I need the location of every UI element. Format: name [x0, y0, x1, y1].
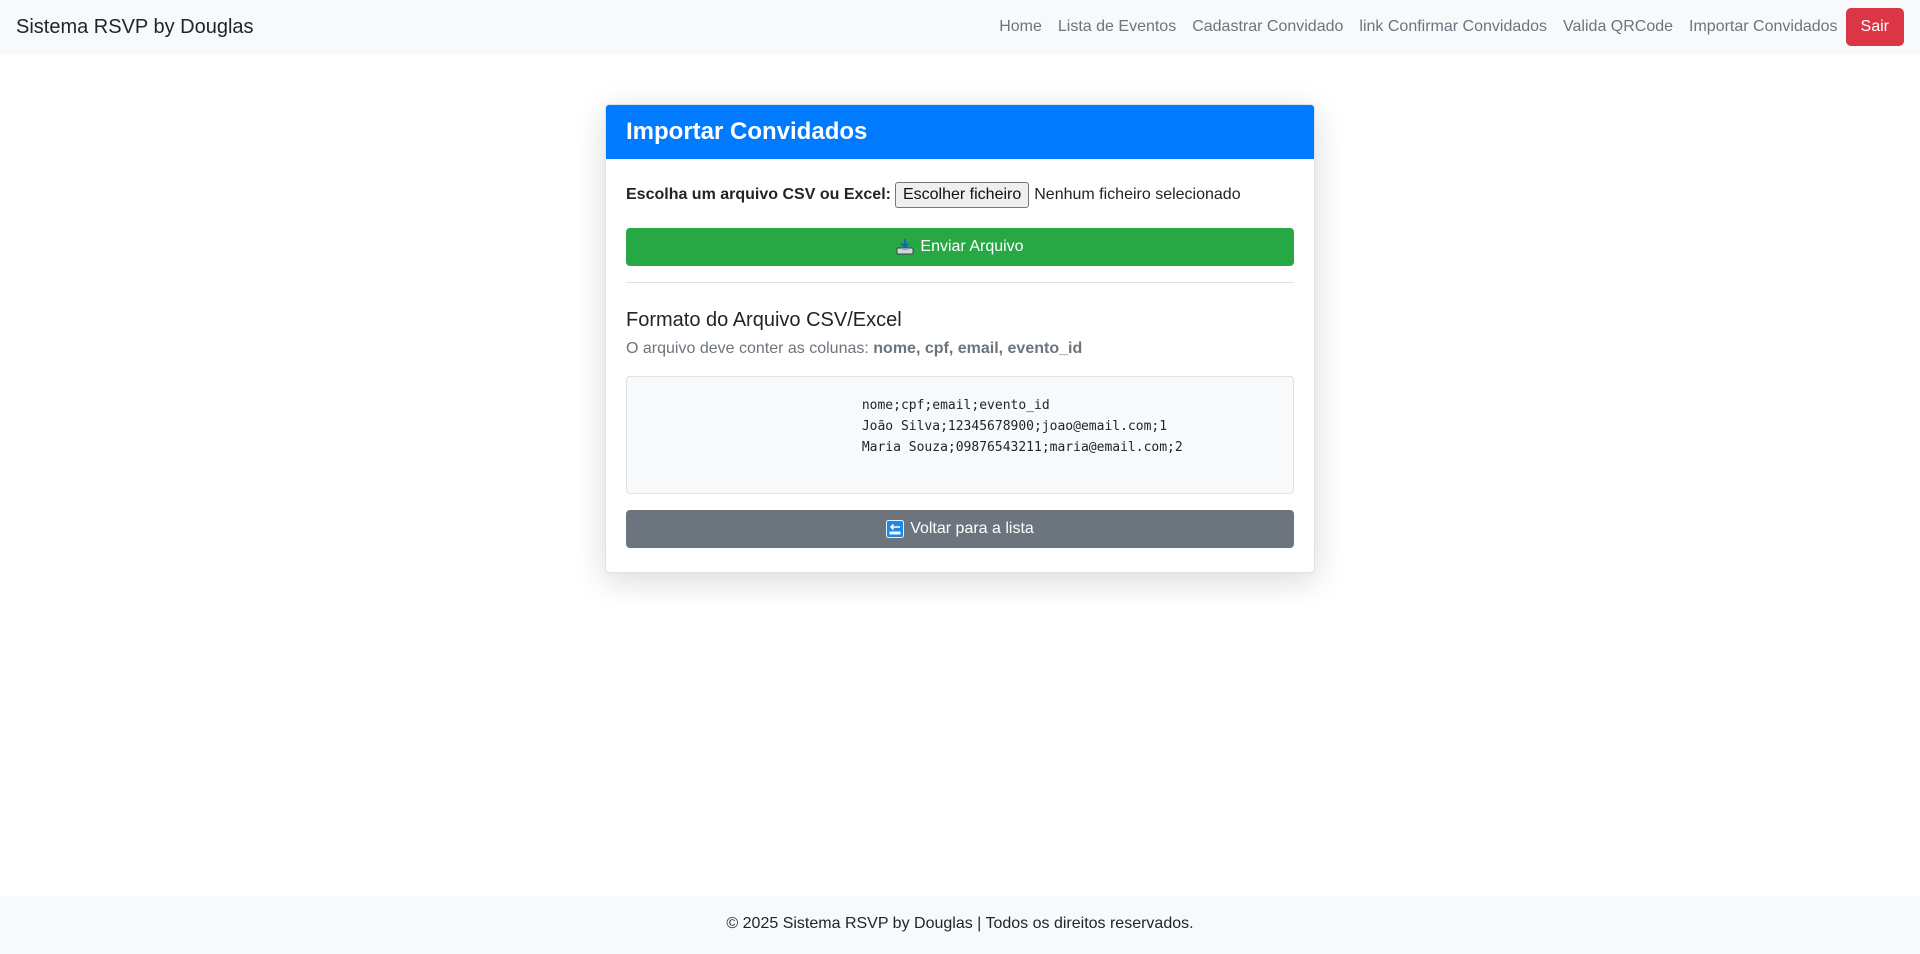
csv-sample-line: Maria Souza;09876543211;maria@email.com;…	[861, 440, 1183, 455]
format-hint-columns: nome, cpf, email, evento_id	[873, 340, 1083, 357]
nav-links: Home Lista de Eventos Cadastrar Convidad…	[983, 8, 1904, 46]
format-hint: O arquivo deve conter as colunas: nome, …	[626, 340, 1294, 358]
csv-sample-block: nome;cpf;email;evento_id João Silva;1234…	[626, 376, 1294, 494]
navbar-brand[interactable]: Sistema RSVP by Douglas	[16, 16, 254, 39]
file-input-row: Escolha um arquivo CSV ou Excel: Escolhe…	[626, 179, 1294, 211]
nav-link-valida-qrcode[interactable]: Valida QRCode	[1563, 18, 1673, 36]
footer-text: © 2025 Sistema RSVP by Douglas | Todos o…	[726, 915, 1194, 932]
nav-link-cadastrar-convidado[interactable]: Cadastrar Convidado	[1192, 18, 1343, 36]
inbox-tray-icon	[896, 238, 914, 256]
card-title: Importar Convidados	[606, 105, 1314, 159]
file-label: Escolha um arquivo CSV ou Excel:	[626, 186, 891, 203]
submit-file-label: Enviar Arquivo	[920, 238, 1024, 255]
back-to-list-label: Voltar para a lista	[910, 520, 1034, 537]
import-card: Importar Convidados Escolha um arquivo C…	[605, 104, 1315, 573]
back-arrow-icon	[886, 520, 905, 538]
nav-link-lista-eventos[interactable]: Lista de Eventos	[1058, 18, 1176, 36]
back-to-list-button[interactable]: Voltar para a lista	[626, 510, 1294, 548]
format-title: Formato do Arquivo CSV/Excel	[626, 309, 902, 331]
choose-file-button[interactable]: Escolher ficheiro	[894, 182, 1030, 208]
submit-file-button[interactable]: Enviar Arquivo	[626, 228, 1294, 266]
nav-link-home[interactable]: Home	[999, 18, 1042, 36]
navbar: Sistema RSVP by Douglas Home Lista de Ev…	[0, 0, 1920, 54]
divider	[626, 282, 1294, 283]
footer: © 2025 Sistema RSVP by Douglas | Todos o…	[0, 896, 1920, 954]
nav-link-importar-convidados[interactable]: Importar Convidados	[1689, 18, 1838, 36]
format-hint-prefix: O arquivo deve conter as colunas:	[626, 340, 869, 357]
nav-link-confirmar-convidados[interactable]: link Confirmar Convidados	[1359, 18, 1547, 36]
card-body: Escolha um arquivo CSV ou Excel: Escolhe…	[606, 159, 1314, 568]
csv-sample-line: João Silva;12345678900;joao@email.com;1	[861, 419, 1168, 434]
csv-sample-line: nome;cpf;email;evento_id	[861, 398, 1050, 413]
file-status: Nenhum ficheiro selecionado	[1034, 186, 1241, 203]
logout-button[interactable]: Sair	[1845, 8, 1904, 46]
